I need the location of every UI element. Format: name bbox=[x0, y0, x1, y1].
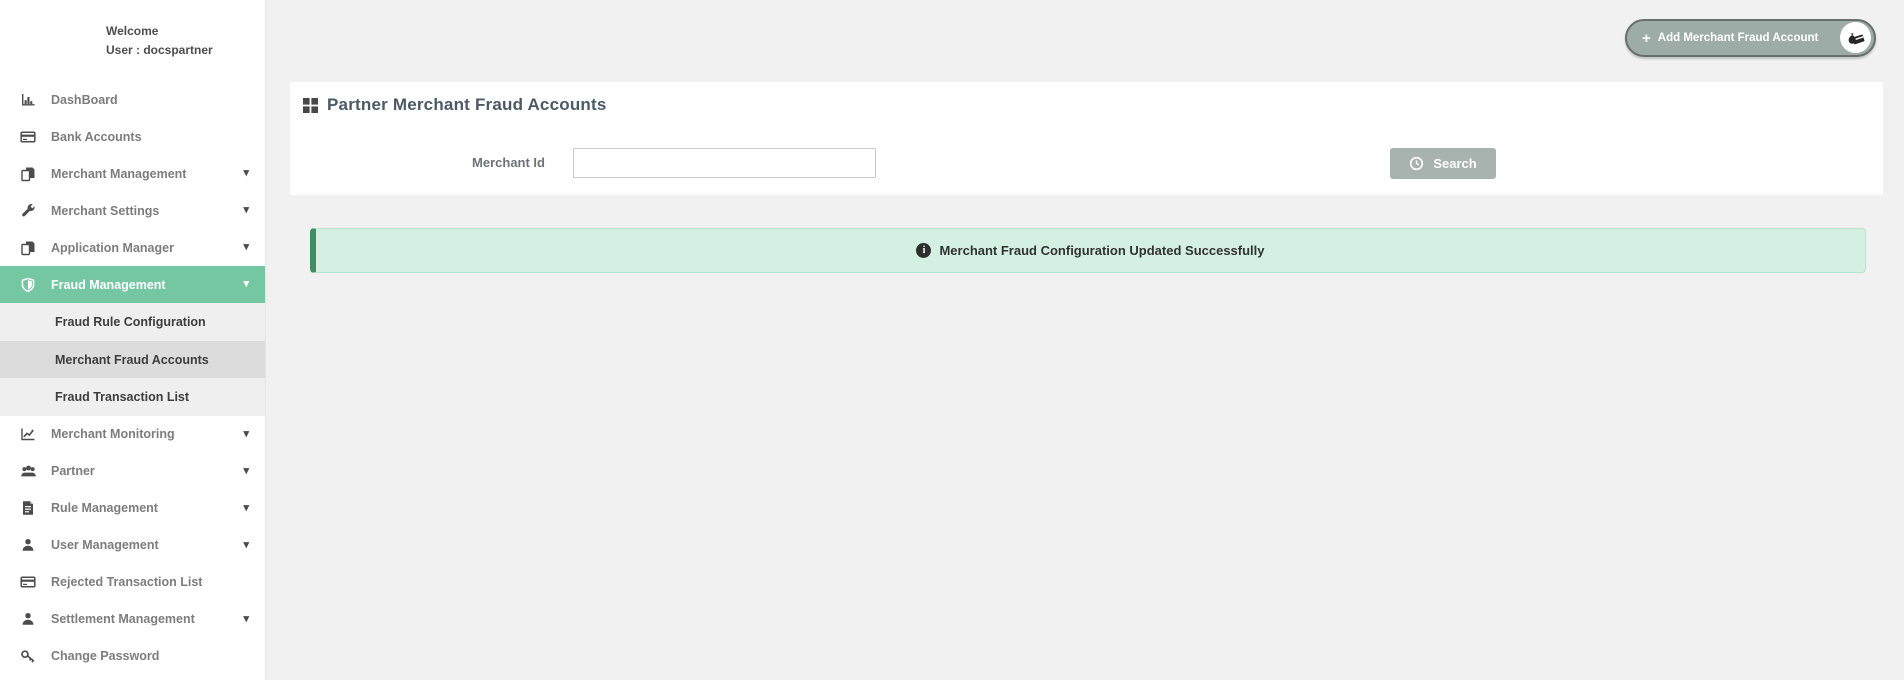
sidebar-item-partner[interactable]: Partner ▾ bbox=[0, 453, 265, 490]
sidebar-item-rule-management[interactable]: Rule Management ▾ bbox=[0, 490, 265, 527]
sidebar-item-merchant-settings[interactable]: Merchant Settings ▾ bbox=[0, 192, 265, 229]
sidebar-item-bank-accounts[interactable]: Bank Accounts bbox=[0, 118, 265, 155]
subitem-label: Merchant Fraud Accounts bbox=[55, 353, 209, 367]
sidebar-item-label: Application Manager bbox=[51, 241, 174, 255]
chevron-down-icon: ▾ bbox=[243, 466, 249, 477]
sidebar-item-rejected-transaction-list[interactable]: Rejected Transaction List bbox=[0, 564, 265, 601]
welcome-block: Welcome User : docspartner bbox=[0, 0, 265, 60]
sidebar-item-label: Bank Accounts bbox=[51, 130, 142, 144]
sidebar-item-label: User Management bbox=[51, 538, 159, 552]
sidebar-item-user-management[interactable]: User Management ▾ bbox=[0, 527, 265, 564]
chevron-down-icon: ▾ bbox=[243, 279, 249, 290]
welcome-user: User : docspartner bbox=[106, 41, 265, 60]
sidebar-item-fraud-management[interactable]: Fraud Management ▾ bbox=[0, 266, 265, 303]
sidebar-item-label: Partner bbox=[51, 464, 95, 478]
credit-card-icon bbox=[18, 574, 38, 590]
sidebar-nav: DashBoard Bank Accounts Merchant Managem… bbox=[0, 81, 265, 675]
sidebar-item-label: DashBoard bbox=[51, 93, 118, 107]
sidebar-item-application-manager[interactable]: Application Manager ▾ bbox=[0, 229, 265, 266]
welcome-text: Welcome bbox=[106, 22, 265, 41]
sidebar-subitem-fraud-rule-configuration[interactable]: Fraud Rule Configuration bbox=[0, 303, 265, 341]
user-icon bbox=[18, 537, 38, 553]
sidebar-item-merchant-monitoring[interactable]: Merchant Monitoring ▾ bbox=[0, 416, 265, 453]
sidebar-item-label: Merchant Monitoring bbox=[51, 427, 175, 441]
sidebar-item-label: Merchant Settings bbox=[51, 204, 159, 218]
chevron-down-icon: ▾ bbox=[243, 429, 249, 440]
file-text-icon bbox=[18, 500, 38, 516]
files-icon bbox=[18, 240, 38, 256]
sidebar-item-label: Change Password bbox=[51, 649, 159, 663]
alert-message: Merchant Fraud Configuration Updated Suc… bbox=[939, 243, 1264, 258]
sidebar-item-merchant-management[interactable]: Merchant Management ▾ bbox=[0, 155, 265, 192]
wrench-icon bbox=[18, 203, 38, 219]
success-alert: i Merchant Fraud Configuration Updated S… bbox=[310, 228, 1866, 273]
sidebar-subitem-fraud-transaction-list[interactable]: Fraud Transaction List bbox=[0, 378, 265, 416]
search-button[interactable]: Search bbox=[1390, 148, 1496, 179]
sidebar-item-settlement-management[interactable]: Settlement Management ▾ bbox=[0, 601, 265, 638]
sidebar-item-label: Fraud Management bbox=[51, 278, 166, 292]
panel-header: Partner Merchant Fraud Accounts bbox=[290, 82, 1883, 115]
sidebar-item-label: Settlement Management bbox=[51, 612, 195, 626]
sidebar-item-change-password[interactable]: Change Password bbox=[0, 638, 265, 675]
partner-merchant-fraud-accounts-panel: Partner Merchant Fraud Accounts Merchant… bbox=[290, 82, 1883, 195]
chevron-down-icon: ▾ bbox=[243, 242, 249, 253]
files-icon bbox=[18, 166, 38, 182]
user-icon bbox=[18, 611, 38, 627]
credit-card-icon bbox=[18, 129, 38, 145]
chevron-down-icon: ▾ bbox=[243, 168, 249, 179]
grid-icon bbox=[303, 98, 318, 113]
search-button-label: Search bbox=[1433, 156, 1476, 171]
merchant-id-label: Merchant Id bbox=[450, 155, 545, 170]
subitem-label: Fraud Rule Configuration bbox=[55, 315, 206, 329]
chevron-down-icon: ▾ bbox=[243, 540, 249, 551]
chevron-down-icon: ▾ bbox=[243, 614, 249, 625]
sidebar-subitem-merchant-fraud-accounts[interactable]: Merchant Fraud Accounts bbox=[0, 341, 265, 379]
chevron-down-icon: ▾ bbox=[243, 503, 249, 514]
merchant-id-input[interactable] bbox=[573, 148, 876, 178]
plus-icon: + bbox=[1642, 30, 1651, 47]
line-chart-icon bbox=[18, 426, 38, 442]
clock-icon bbox=[1409, 156, 1424, 171]
sidebar-item-label: Rejected Transaction List bbox=[51, 575, 202, 589]
add-merchant-fraud-account-button[interactable]: + Add Merchant Fraud Account bbox=[1625, 19, 1876, 57]
users-icon bbox=[18, 463, 38, 479]
sidebar: Welcome User : docspartner DashBoard Ban… bbox=[0, 0, 266, 680]
subitem-label: Fraud Transaction List bbox=[55, 390, 189, 404]
info-icon: i bbox=[916, 243, 931, 258]
shield-icon bbox=[18, 277, 38, 293]
chevron-down-icon: ▾ bbox=[243, 205, 249, 216]
bar-chart-icon bbox=[18, 92, 38, 108]
page-title: Partner Merchant Fraud Accounts bbox=[327, 95, 607, 115]
add-button-label: Add Merchant Fraud Account bbox=[1658, 32, 1819, 44]
sidebar-item-dashboard[interactable]: DashBoard bbox=[0, 81, 265, 118]
key-icon bbox=[18, 648, 38, 664]
sidebar-item-label: Merchant Management bbox=[51, 167, 186, 181]
sidebar-item-label: Rule Management bbox=[51, 501, 158, 515]
fraud-management-submenu: Fraud Rule Configuration Merchant Fraud … bbox=[0, 303, 265, 416]
money-card-icon bbox=[1840, 22, 1871, 53]
